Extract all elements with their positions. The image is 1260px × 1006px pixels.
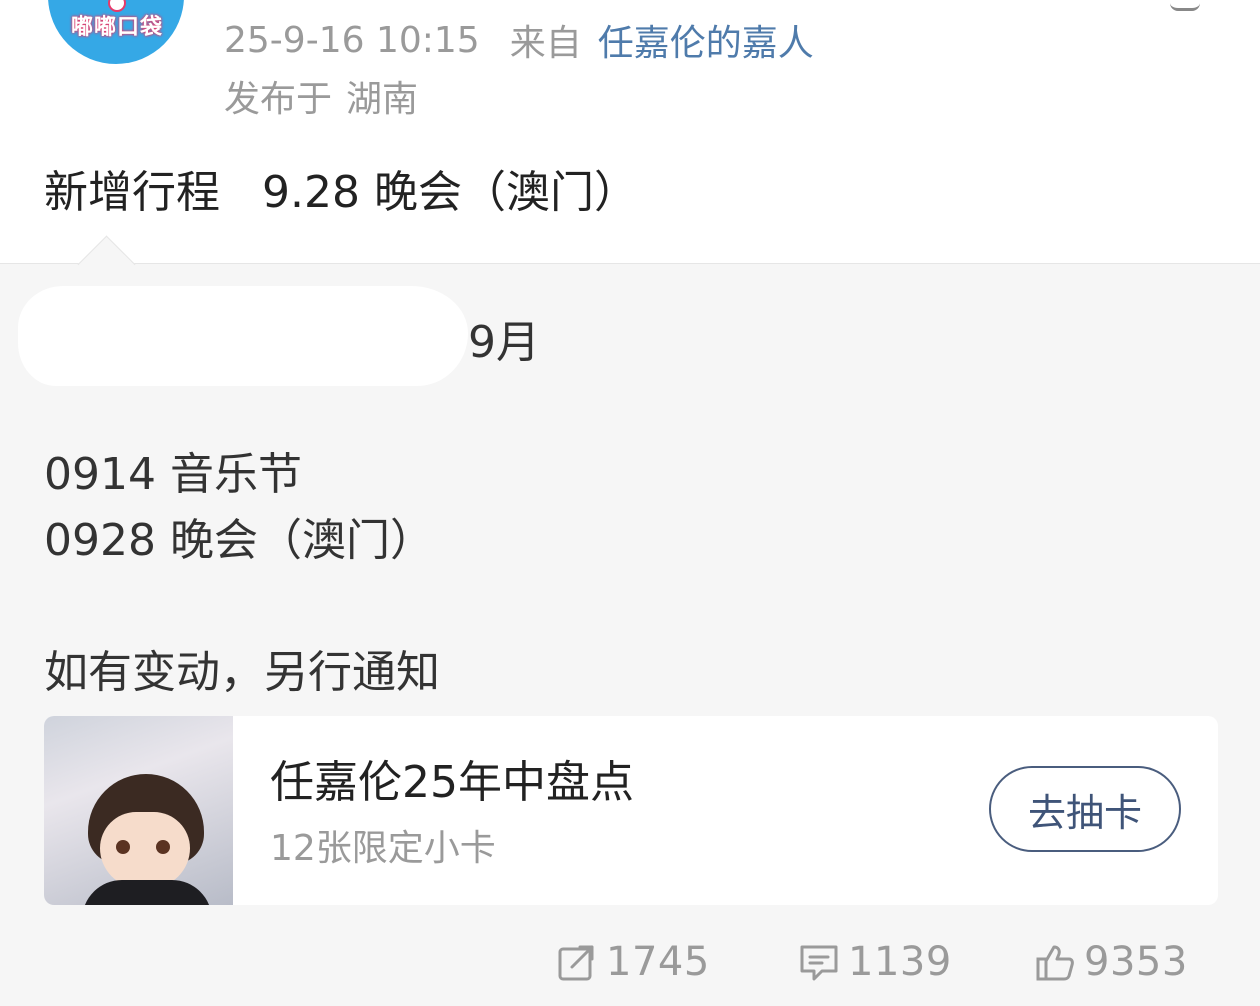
post-timestamp: 25-9-16 10:15 (224, 19, 480, 61)
post-body: 新增行程 9.28 晚会（澳门） (44, 158, 638, 218)
like-button[interactable]: 9353 (1034, 934, 1188, 990)
comment-count: 1139 (848, 939, 952, 985)
from-label: 来自 (509, 23, 582, 64)
location-prefix: 发布于 (224, 79, 333, 120)
redacted-area (18, 286, 468, 386)
avatar-logo-text: 嘟嘟口袋 (70, 15, 163, 40)
thumbs-up-icon (1036, 945, 1074, 981)
draw-card-button[interactable]: 去抽卡 (989, 766, 1181, 852)
card-title: 任嘉伦25年中盘点 (270, 757, 634, 808)
thumb-eye (156, 840, 170, 854)
post-text-event: 9.28 晚会（澳门） (262, 167, 638, 218)
like-count: 9353 (1084, 939, 1188, 985)
post-text-prefix: 新增行程 (44, 167, 220, 218)
thumb-eye (116, 840, 130, 854)
source-link[interactable]: 任嘉伦的嘉人 (598, 14, 814, 66)
comment-bubble-icon (800, 945, 838, 981)
repost-button[interactable]: 1745 (556, 934, 710, 990)
post-location: 发布于 湖南 (224, 72, 418, 120)
retweet-line: 0928 晚会（澳门） (44, 515, 434, 566)
post-meta: 25-9-16 10:15 来自 任嘉伦的嘉人 (224, 14, 814, 66)
thumb-body (82, 880, 212, 905)
location-value: 湖南 (346, 79, 419, 120)
avatar[interactable]: 嘟嘟口袋 (48, 0, 184, 64)
retweet-line: 如有变动，另行通知 (44, 647, 440, 698)
card-thumbnail (44, 716, 233, 905)
comment-button[interactable]: 1139 (798, 934, 952, 990)
share-box-icon (558, 945, 594, 981)
repost-count: 1745 (606, 939, 710, 985)
thumb-face (100, 812, 190, 888)
promo-card[interactable]: 任嘉伦25年中盘点 12张限定小卡 去抽卡 (44, 716, 1218, 905)
more-chevron-icon[interactable] (1170, 0, 1200, 11)
card-subtitle: 12张限定小卡 (270, 828, 496, 869)
retweet-line: 0914 音乐节 (44, 449, 302, 500)
retweet-month: 9月 (468, 317, 540, 368)
